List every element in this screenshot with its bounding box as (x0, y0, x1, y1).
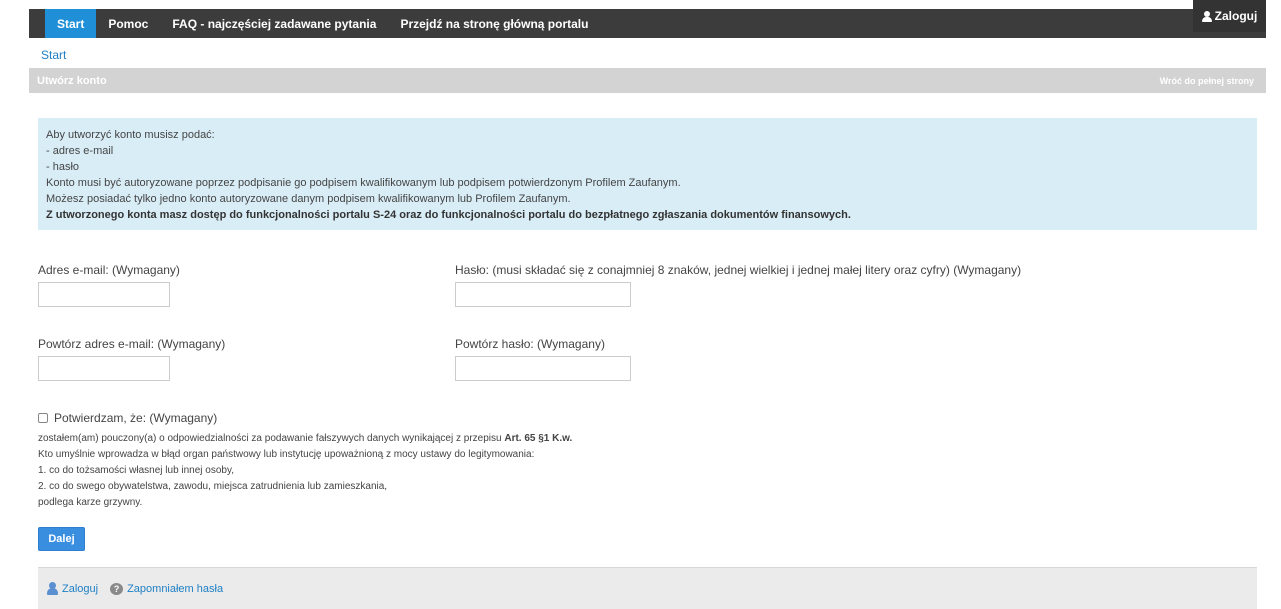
nav-item-start[interactable]: Start (45, 9, 97, 38)
panel-title: Utwórz konto (37, 74, 107, 87)
confirm-label: Potwierdzam, że: (Wymagany) (54, 411, 218, 425)
email-label: Adres e-mail: (Wymagany) (38, 263, 180, 277)
legal-line: podlega karze grzywny. (38, 497, 143, 508)
user-icon (1201, 10, 1212, 22)
top-navbar: Start Pomoc FAQ - najczęściej zadawane p… (29, 9, 1266, 38)
legal-article: Art. 65 §1 K.w. (504, 433, 573, 444)
info-line: Aby utworzyć konto musisz podać: (46, 129, 215, 141)
footer-login-label: Zaloguj (62, 582, 99, 595)
info-bold-line: Z utworzonego konta masz dostęp do funkc… (46, 209, 851, 221)
help-icon: ? (110, 582, 124, 595)
confirm-checkbox[interactable] (38, 413, 48, 423)
breadcrumb-start[interactable]: Start (41, 48, 66, 62)
nav-item-faq[interactable]: FAQ - najczęściej zadawane pytania (160, 9, 388, 38)
panel-header: Utwórz konto Wróć do pełnej strony (29, 68, 1266, 93)
info-line: - hasło (46, 161, 80, 173)
password-repeat-label: Powtórz hasło: (Wymagany) (455, 337, 605, 351)
confirm-row: Potwierdzam, że: (Wymagany) (38, 411, 217, 425)
login-top-button[interactable]: Zaloguj (1193, 0, 1266, 32)
info-line: Możesz posiadać tylko jedno konto autory… (46, 193, 571, 205)
password-input[interactable] (455, 282, 631, 307)
password-label: Hasło: (musi składać się z conajmniej 8 … (455, 263, 1022, 277)
person-icon (47, 582, 58, 595)
info-box: Aby utworzyć konto musisz podać: - adres… (38, 118, 1257, 230)
nav-item-portal-home[interactable]: Przejdź na stronę główną portalu (388, 9, 600, 38)
email-repeat-label: Powtórz adres e-mail: (Wymagany) (38, 337, 226, 351)
next-button[interactable]: Dalej (38, 527, 85, 551)
email-input[interactable] (38, 282, 170, 307)
email-repeat-input[interactable] (38, 356, 170, 381)
nav-item-pomoc[interactable]: Pomoc (96, 9, 160, 38)
legal-line: 1. co do tożsamości własnej lub innej os… (38, 465, 235, 476)
login-top-label: Zaloguj (1214, 9, 1258, 23)
password-repeat-input[interactable] (455, 356, 631, 381)
legal-line: 2. co do swego obywatelstwa, zawodu, mie… (38, 481, 388, 492)
back-to-full-page-link[interactable]: Wróć do pełnej strony (1160, 76, 1254, 86)
page: Start Pomoc FAQ - najczęściej zadawane p… (0, 0, 1281, 609)
legal-notice: zostałem(am) pouczony(a) o odpowiedzialn… (38, 431, 838, 511)
footer: Zaloguj ? Zapomniałem hasła (38, 567, 1257, 609)
legal-line: zostałem(am) pouczony(a) o odpowiedzialn… (38, 431, 838, 447)
legal-line: Kto umyślnie wprowadza w błąd organ pańs… (38, 449, 535, 460)
forgot-password-label: Zapomniałem hasła (127, 582, 224, 595)
forgot-password-link[interactable]: ? Zapomniałem hasła (110, 582, 224, 595)
legal-line1-prefix: zostałem(am) pouczony(a) o odpowiedzialn… (38, 433, 505, 444)
info-line: - adres e-mail (46, 145, 114, 157)
info-line: Konto musi być autoryzowane poprzez podp… (46, 177, 681, 189)
footer-login-link[interactable]: Zaloguj (47, 582, 98, 595)
